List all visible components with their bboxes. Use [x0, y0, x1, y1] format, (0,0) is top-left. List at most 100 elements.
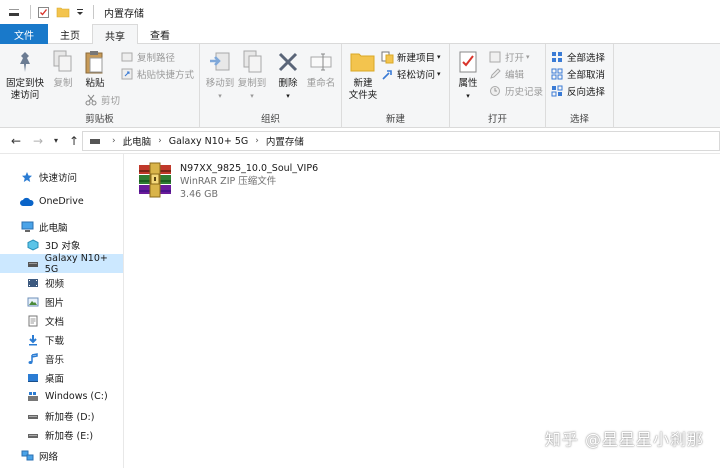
organize-group-label: 组织 — [260, 114, 280, 125]
rename-icon — [307, 48, 335, 76]
move-to-button[interactable]: 移动到 ▾ — [204, 48, 236, 102]
cut-button[interactable]: 剪切 — [84, 92, 120, 108]
new-folder-quick-icon[interactable] — [55, 4, 71, 20]
select-none-button[interactable]: 全部取消 — [550, 66, 605, 82]
rename-label: 重命名 — [306, 78, 336, 89]
customize-toolbar-icon[interactable] — [75, 4, 85, 20]
file-info: N97XX_9825_10.0_Soul_VIP6 WinRAR ZIP 压缩文… — [180, 160, 318, 204]
new-item-icon — [380, 50, 394, 64]
drive-icon — [26, 409, 40, 423]
crumb-separator-icon[interactable]: › — [112, 136, 116, 146]
select-all-label: 全部选择 — [567, 53, 606, 64]
new-group-label: 新建 — [385, 114, 405, 125]
download-arrow-icon — [26, 333, 40, 347]
delete-label: 删除 — [278, 78, 298, 89]
cut-label: 剪切 — [101, 96, 121, 107]
breadcrumb-internal-storage[interactable]: 内置存储 — [266, 134, 304, 148]
copy-path-icon — [120, 50, 134, 64]
history-icon — [488, 84, 502, 98]
file-name: N97XX_9825_10.0_Soul_VIP6 — [180, 163, 319, 174]
new-folder-button[interactable]: 新建 文件夹 — [346, 48, 380, 102]
copy-to-button[interactable]: 复制到 ▾ — [236, 48, 268, 102]
sidebar-item-label: 下载 — [45, 335, 65, 347]
sidebar-item-3d-objects[interactable]: 3D 对象 — [0, 235, 123, 254]
tab-view[interactable]: 查看 — [138, 24, 182, 44]
pin-label-1: 固定到快 — [5, 78, 44, 89]
sidebar-item-this-pc[interactable]: 此电脑 — [0, 217, 123, 236]
copy-to-dropdown-icon: ▾ — [250, 92, 254, 100]
tab-share[interactable]: 共享 — [92, 24, 138, 45]
new-folder-label-1: 新建 — [353, 78, 373, 89]
sidebar-item-videos[interactable]: 视频 — [0, 273, 123, 292]
sidebar-item-documents[interactable]: 文档 — [0, 311, 123, 330]
document-icon — [26, 314, 40, 328]
copy-path-button[interactable]: 复制路径 — [120, 49, 175, 65]
copy-label: 复制 — [53, 78, 73, 89]
video-icon — [26, 276, 40, 290]
file-item[interactable]: N97XX_9825_10.0_Soul_VIP6 WinRAR ZIP 压缩文… — [136, 160, 336, 204]
sidebar-item-volume-e[interactable]: 新加卷 (E:) — [0, 425, 123, 444]
properties-quick-icon[interactable] — [35, 4, 51, 20]
sidebar-item-onedrive[interactable]: OneDrive — [0, 192, 123, 211]
up-arrow-icon[interactable]: ↑ — [66, 133, 82, 149]
forward-arrow-icon[interactable]: → — [30, 133, 46, 149]
sidebar-item-label: 桌面 — [45, 373, 65, 385]
recent-locations-chevron-icon[interactable]: ▾ — [48, 133, 64, 149]
pin-quick-access-button[interactable]: 固定到快 速访问 — [4, 48, 46, 102]
tab-file[interactable]: 文件 — [0, 24, 48, 44]
sidebar-item-desktop[interactable]: 桌面 — [0, 368, 123, 387]
sidebar-item-label: 图片 — [45, 297, 65, 309]
crumb-separator-icon[interactable]: › — [255, 136, 259, 146]
open-button[interactable]: 打开 ▾ — [488, 49, 530, 65]
new-item-button[interactable]: 新建项目 ▾ — [380, 49, 441, 65]
ribbon-tabs: 文件 主页 共享 查看 — [0, 24, 720, 45]
address-bar[interactable]: › 此电脑 › Galaxy N10+ 5G › 内置存储 — [82, 131, 720, 151]
rename-button[interactable]: 重命名 — [304, 48, 338, 90]
easy-access-button[interactable]: 轻松访问 ▾ — [380, 66, 441, 82]
sidebar-item-quick-access[interactable]: 快速访问 — [0, 167, 123, 186]
properties-button[interactable]: 属性 ▾ — [454, 48, 482, 102]
breadcrumb-device[interactable]: Galaxy N10+ 5G — [169, 136, 249, 147]
history-label: 历史记录 — [505, 87, 544, 98]
sidebar-item-windows-c[interactable]: Windows (C:) — [0, 387, 123, 406]
select-all-button[interactable]: 全部选择 — [550, 49, 605, 65]
invert-selection-button[interactable]: 反向选择 — [550, 83, 605, 99]
select-none-icon — [550, 67, 564, 81]
window-menu-icon[interactable] — [6, 4, 22, 20]
sidebar-item-galaxy-device[interactable]: Galaxy N10+ 5G — [0, 253, 123, 275]
sidebar-item-downloads[interactable]: 下载 — [0, 330, 123, 349]
watermark: 知乎 @星星星小刹那 — [544, 430, 704, 449]
new-folder-icon — [349, 48, 377, 76]
sidebar-item-music[interactable]: 音乐 — [0, 349, 123, 368]
sidebar-item-volume-d[interactable]: 新加卷 (D:) — [0, 406, 123, 425]
sidebar-item-network[interactable]: 网络 — [0, 446, 123, 465]
sidebar-item-label: 新加卷 (D:) — [45, 411, 95, 423]
paste-shortcut-button[interactable]: 粘贴快捷方式 — [120, 66, 194, 82]
open-dropdown-icon: ▾ — [526, 53, 530, 61]
crumb-separator-icon[interactable]: › — [158, 136, 162, 146]
sidebar-item-label: Windows (C:) — [45, 391, 108, 402]
tab-home[interactable]: 主页 — [48, 24, 92, 44]
file-size: 3.46 GB — [180, 189, 219, 200]
delete-x-icon — [274, 48, 302, 76]
address-row: ← → ▾ ↑ › 此电脑 › Galaxy N10+ 5G › 内置存储 — [0, 128, 720, 154]
edit-button[interactable]: 编辑 — [488, 66, 524, 82]
history-button[interactable]: 历史记录 — [488, 83, 543, 99]
sidebar-item-label: 视频 — [45, 278, 65, 290]
computer-icon — [20, 220, 34, 234]
delete-button[interactable]: 删除 ▾ — [274, 48, 302, 102]
properties-label: 属性 — [458, 78, 478, 89]
breadcrumb-this-pc[interactable]: 此电脑 — [123, 134, 152, 148]
pin-label-2: 速访问 — [10, 90, 40, 101]
file-list: N97XX_9825_10.0_Soul_VIP6 WinRAR ZIP 压缩文… — [124, 154, 720, 468]
copy-path-label: 复制路径 — [137, 53, 176, 64]
copy-to-icon — [238, 48, 266, 76]
back-arrow-icon[interactable]: ← — [8, 133, 24, 149]
paste-shortcut-label: 粘贴快捷方式 — [137, 70, 195, 81]
sidebar-item-label: 此电脑 — [39, 222, 68, 234]
delete-dropdown-icon: ▾ — [286, 92, 290, 100]
edit-icon — [488, 67, 502, 81]
sidebar-item-pictures[interactable]: 图片 — [0, 292, 123, 311]
copy-button[interactable]: 复制 — [48, 48, 78, 90]
paste-button[interactable]: 粘贴 — [80, 48, 110, 90]
